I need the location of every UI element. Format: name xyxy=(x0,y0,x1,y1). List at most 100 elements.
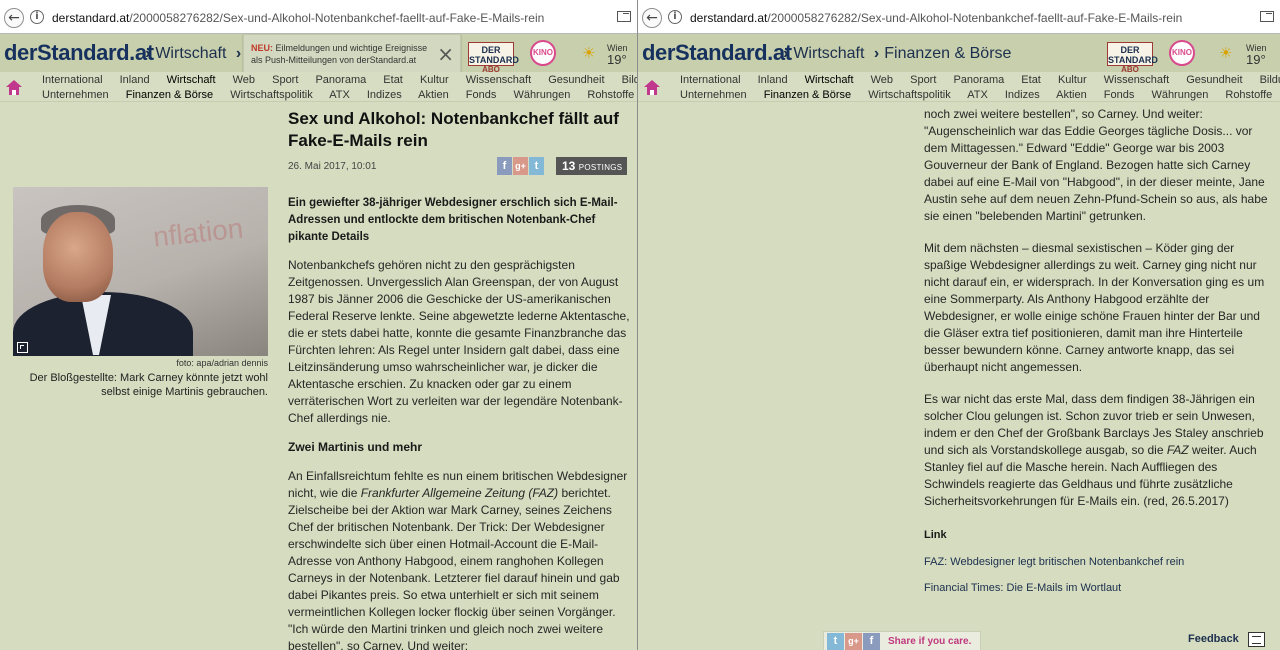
article-photo[interactable]: nflation xyxy=(13,187,268,356)
weather-widget[interactable]: Wien 19° xyxy=(607,43,628,67)
subnav-fonds[interactable]: Fonds xyxy=(1104,89,1135,101)
subnav-rohstoffe[interactable]: Rohstoffe xyxy=(587,89,634,101)
nav-etat[interactable]: Etat xyxy=(383,74,403,86)
twitter-icon[interactable]: t xyxy=(827,633,844,650)
nav-sport[interactable]: Sport xyxy=(910,74,936,86)
nav-wissenschaft[interactable]: Wissenschaft xyxy=(466,74,531,86)
subnav-indizes[interactable]: Indizes xyxy=(367,89,402,101)
kino-icon[interactable]: KINO xyxy=(1169,40,1195,66)
back-arrow-icon[interactable]: ← xyxy=(4,8,24,28)
main-nav: International Inland Wirtschaft Web Spor… xyxy=(638,72,1280,88)
subnav-waehrungen[interactable]: Währungen xyxy=(513,89,570,101)
facebook-icon[interactable]: f xyxy=(497,157,512,175)
nav-panorama[interactable]: Panorama xyxy=(953,74,1004,86)
left-browser-pane: ← i derstandard.at/2000058276282/Sex-und… xyxy=(0,0,637,650)
breadcrumb-wirtschaft[interactable]: Wirtschaft xyxy=(793,45,864,62)
abo-badge[interactable]: DER STANDARD ABO xyxy=(468,42,519,74)
site-logo[interactable]: derStandard.at xyxy=(4,41,154,65)
nav-gesundheit[interactable]: Gesundheit xyxy=(548,74,604,86)
subnav-waehrungen[interactable]: Währungen xyxy=(1151,89,1208,101)
reader-view-icon[interactable] xyxy=(1260,11,1274,22)
nav-international[interactable]: International xyxy=(680,74,741,86)
push-notification-banner[interactable]: NEU: Eilmeldungen und wichtige Ereigniss… xyxy=(243,34,461,74)
subnav-finanzen-boerse[interactable]: Finanzen & Börse xyxy=(126,89,213,101)
share-label: Share if you care. xyxy=(888,636,972,647)
subnav-aktien[interactable]: Aktien xyxy=(1056,89,1087,101)
subnav-atx[interactable]: ATX xyxy=(967,89,988,101)
nav-bildung[interactable]: Bildung xyxy=(1260,74,1280,86)
article-body: Sex und Alkohol: Notenbankchef fällt auf… xyxy=(288,108,633,650)
nav-web[interactable]: Web xyxy=(233,74,255,86)
facebook-icon[interactable]: f xyxy=(863,633,880,650)
nav-sport[interactable]: Sport xyxy=(272,74,298,86)
subnav-wirtschaftspolitik[interactable]: Wirtschaftspolitik xyxy=(230,89,313,101)
main-nav-items: International Inland Wirtschaft Web Spor… xyxy=(42,74,637,86)
nav-web[interactable]: Web xyxy=(871,74,893,86)
url-text[interactable]: derstandard.at/2000058276282/Sex-und-Alk… xyxy=(52,11,607,25)
faz-reference: Frankfurter Allgemeine Zeitung (FAZ) xyxy=(360,486,559,500)
reader-view-icon[interactable] xyxy=(617,11,631,22)
close-icon[interactable]: × xyxy=(437,44,454,64)
feedback-icon[interactable] xyxy=(1248,632,1265,647)
subnav-unternehmen[interactable]: Unternehmen xyxy=(42,89,109,101)
sub-nav-items: Unternehmen Finanzen & Börse Wirtschafts… xyxy=(680,89,1280,101)
link-faz[interactable]: FAZ: Webdesigner legt britischen Notenba… xyxy=(924,555,1269,569)
info-icon[interactable]: i xyxy=(30,10,44,24)
home-icon[interactable] xyxy=(643,79,661,97)
link-financial-times[interactable]: Financial Times: Die E-Mails im Wortlaut xyxy=(924,581,1269,595)
nav-gesundheit[interactable]: Gesundheit xyxy=(1186,74,1242,86)
postings-button[interactable]: 13 POSTINGS xyxy=(556,157,628,175)
notification-text: NEU: Eilmeldungen und wichtige Ereigniss… xyxy=(251,43,428,65)
breadcrumb-finanzen-boerse[interactable]: Finanzen & Börse xyxy=(884,45,1011,62)
google-plus-icon[interactable]: g+ xyxy=(845,633,862,650)
sub-nav: Unternehmen Finanzen & Börse Wirtschafts… xyxy=(0,88,637,102)
home-icon[interactable] xyxy=(5,79,23,97)
subnav-indizes[interactable]: Indizes xyxy=(1005,89,1040,101)
feedback-link[interactable]: Feedback xyxy=(1188,633,1239,645)
article-title: Sex und Alkohol: Notenbankchef fällt auf… xyxy=(288,109,619,150)
twitter-icon[interactable]: t xyxy=(529,157,544,175)
nav-wirtschaft[interactable]: Wirtschaft xyxy=(805,74,854,86)
nav-etat[interactable]: Etat xyxy=(1021,74,1041,86)
article-body-continued: noch zwei weitere bestellen", so Carney.… xyxy=(924,106,1269,595)
subnav-fonds[interactable]: Fonds xyxy=(466,89,497,101)
back-arrow-icon[interactable]: ← xyxy=(642,8,662,28)
abo-badge[interactable]: DER STANDARD ABO xyxy=(1107,42,1158,74)
subnav-wirtschaftspolitik[interactable]: Wirtschaftspolitik xyxy=(868,89,951,101)
nav-inland[interactable]: Inland xyxy=(120,74,150,86)
weather-widget[interactable]: Wien 19° xyxy=(1246,43,1267,67)
sun-weather-icon: ☀ xyxy=(582,44,596,62)
address-bar[interactable]: ← i derstandard.at/2000058276282/Sex-und… xyxy=(638,0,1280,34)
subnav-finanzen-boerse[interactable]: Finanzen & Börse xyxy=(764,89,851,101)
breadcrumb: › Wirtschaft › Finanzen & Börse xyxy=(783,45,1012,62)
nav-wissenschaft[interactable]: Wissenschaft xyxy=(1104,74,1169,86)
right-browser-pane: noch zwei weitere bestellen", so Carney.… xyxy=(637,0,1280,650)
subnav-unternehmen[interactable]: Unternehmen xyxy=(680,89,747,101)
nav-panorama[interactable]: Panorama xyxy=(315,74,366,86)
site-logo[interactable]: derStandard.at xyxy=(642,41,792,65)
nav-kultur[interactable]: Kultur xyxy=(1058,74,1087,86)
subnav-aktien[interactable]: Aktien xyxy=(418,89,449,101)
article-subheading: Zwei Martinis und mehr xyxy=(288,440,423,454)
article-paragraph: Mit dem nächsten – diesmal sexistischen … xyxy=(924,241,1265,374)
kino-icon[interactable]: KINO xyxy=(530,40,556,66)
site-header: derStandard.at › Wirtschaft › Finanzen & B… xyxy=(638,34,1280,74)
nav-inland[interactable]: Inland xyxy=(758,74,788,86)
subnav-rohstoffe[interactable]: Rohstoffe xyxy=(1225,89,1272,101)
google-plus-icon[interactable]: g+ xyxy=(513,157,528,175)
photo-background-lettering: nflation xyxy=(151,212,245,253)
nav-kultur[interactable]: Kultur xyxy=(420,74,449,86)
sub-nav: Unternehmen Finanzen & Börse Wirtschafts… xyxy=(638,88,1280,102)
info-icon[interactable]: i xyxy=(668,10,682,24)
url-text[interactable]: derstandard.at/2000058276282/Sex-und-Alk… xyxy=(690,11,1250,25)
address-bar[interactable]: ← i derstandard.at/2000058276282/Sex-und… xyxy=(0,0,637,34)
article-paragraph: Notenbankchefs gehören nicht zu den gesp… xyxy=(288,258,630,425)
nav-bildung[interactable]: Bildung xyxy=(622,74,637,86)
subnav-atx[interactable]: ATX xyxy=(329,89,350,101)
nav-international[interactable]: International xyxy=(42,74,103,86)
photo-credit: foto: apa/adrian dennis xyxy=(176,358,268,368)
breadcrumb-wirtschaft[interactable]: Wirtschaft xyxy=(155,45,226,62)
nav-wirtschaft[interactable]: Wirtschaft xyxy=(167,74,216,86)
share-bar: t g+ f Share if you care. xyxy=(823,631,981,650)
expand-icon[interactable] xyxy=(17,342,28,353)
